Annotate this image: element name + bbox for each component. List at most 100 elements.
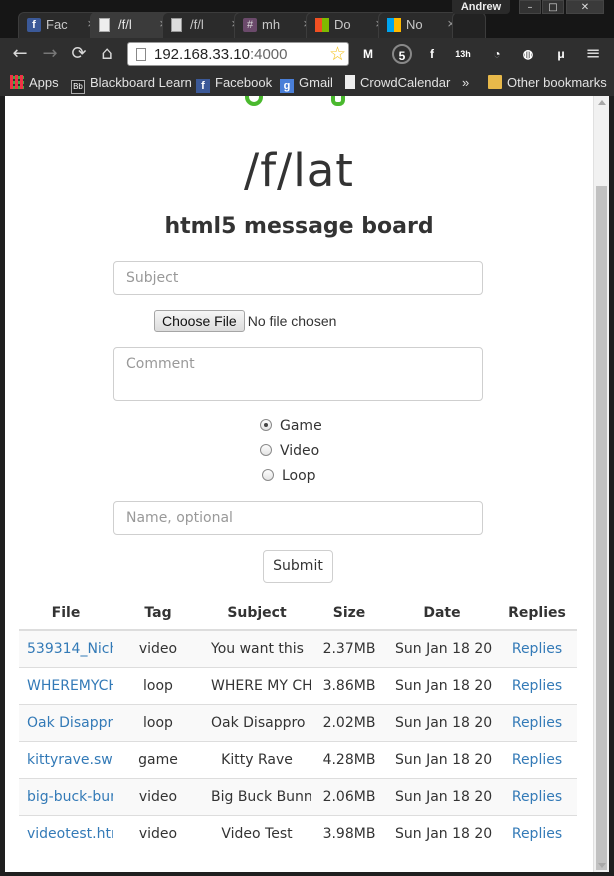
column-header-size[interactable]: Size — [311, 596, 387, 631]
page-viewport: /f/lat html5 message board Choose FileNo… — [5, 96, 593, 872]
date-cell: Sun Jan 18 20 — [387, 666, 497, 704]
table-header-row: File Tag Subject Size Date Replies — [19, 596, 577, 631]
size-cell: 2.06MB — [311, 777, 387, 815]
apps-icon — [10, 75, 24, 89]
subject-input[interactable] — [113, 261, 483, 295]
alert-extension-icon[interactable]: 5 — [392, 44, 412, 64]
bookmark-facebook[interactable]: f Facebook — [196, 75, 272, 93]
choose-file-button[interactable]: Choose File — [154, 310, 245, 332]
m-extension-icon[interactable]: M — [358, 44, 378, 64]
tag-cell: video — [113, 777, 203, 815]
radio-game[interactable]: Game — [260, 418, 322, 434]
size-cell: 2.37MB — [311, 629, 387, 667]
bookmark-gmail[interactable]: g Gmail — [280, 75, 333, 93]
file-link[interactable]: kittyrave.swf — [27, 752, 113, 768]
vertical-scrollbar[interactable] — [593, 96, 609, 872]
replies-link[interactable]: Replies — [512, 715, 562, 731]
home-icon[interactable]: ⌂ — [97, 44, 117, 64]
windows-icon — [387, 18, 401, 32]
replies-link[interactable]: Replies — [512, 752, 562, 768]
posts-table: File Tag Subject Size Date Replies 53931… — [19, 596, 577, 852]
tab-label: No — [406, 17, 423, 32]
logo-image — [245, 96, 263, 106]
bookmark-star-icon[interactable]: ☆ — [329, 43, 346, 65]
globe-extension-icon[interactable]: ◍ — [518, 44, 538, 64]
replies-link[interactable]: Replies — [512, 826, 562, 842]
size-cell: 2.02MB — [311, 703, 387, 741]
page-icon — [171, 18, 182, 32]
date-cell: Sun Jan 18 20 — [387, 703, 497, 741]
minimize-button[interactable]: – — [519, 0, 541, 14]
replies-link[interactable]: Replies — [512, 789, 562, 805]
file-link[interactable]: 539314_Nichol — [27, 641, 113, 657]
comment-textarea[interactable] — [113, 347, 483, 401]
scroll-up-icon[interactable] — [598, 100, 606, 105]
ublock-extension-icon[interactable]: μ — [551, 44, 571, 64]
radio-button[interactable] — [260, 444, 272, 456]
address-bar[interactable]: 192.168.33.10:4000 ☆ — [127, 42, 349, 66]
bookmark-apps[interactable]: Apps — [10, 75, 59, 90]
page-subtitle: html5 message board — [164, 214, 434, 239]
profile-name[interactable]: Andrew — [452, 0, 510, 14]
url-text: 192.168.33.10:4000 — [154, 46, 288, 63]
subject-cell: Oak Disappro — [203, 703, 311, 741]
scroll-down-icon[interactable] — [598, 863, 606, 868]
tag-cell: video — [113, 814, 203, 852]
radio-button[interactable] — [260, 419, 272, 431]
table-row: videotest.html video Video Test 3.98MB S… — [19, 814, 577, 852]
file-link[interactable]: videotest.html — [27, 826, 113, 842]
more-bookmarks-icon[interactable]: » — [462, 75, 469, 90]
menu-icon[interactable]: ≡ — [583, 44, 603, 64]
subject-cell: WHERE MY CHI — [203, 666, 311, 704]
file-link[interactable]: big-buck-bunn — [27, 789, 113, 805]
tab-label: /f/l — [118, 17, 132, 32]
submit-button[interactable]: Submit — [263, 550, 333, 583]
windows-icon — [315, 18, 329, 32]
replies-link[interactable]: Replies — [512, 641, 562, 657]
facebook-icon: f — [27, 18, 41, 32]
new-tab-button[interactable] — [452, 12, 486, 38]
google-icon: g — [280, 79, 294, 93]
window-close-button[interactable]: ✕ — [566, 0, 604, 14]
subject-cell: Big Buck Bunny — [203, 777, 311, 815]
calendar-extension-icon[interactable]: 13h — [453, 44, 473, 64]
name-input[interactable] — [113, 501, 483, 535]
replies-link[interactable]: Replies — [512, 678, 562, 694]
file-link[interactable]: Oak Disappro — [27, 715, 113, 731]
browser-toolbar: ← → ⟳ ⌂ 192.168.33.10:4000 ☆ M 5 f 13h ◔… — [0, 38, 614, 70]
forward-icon[interactable]: → — [40, 44, 60, 64]
table-row: Oak Disappro loop Oak Disappro 2.02MB Su… — [19, 703, 577, 741]
bookmark-blackboard[interactable]: Bb Blackboard Learn — [71, 75, 192, 94]
chat-extension-icon[interactable]: ◔ — [487, 44, 507, 64]
file-link[interactable]: WHEREMYCHI — [27, 678, 113, 694]
maximize-button[interactable]: □ — [542, 0, 564, 14]
page-icon — [136, 48, 146, 61]
facebook-extension-icon[interactable]: f — [422, 44, 442, 64]
size-cell: 4.28MB — [311, 740, 387, 778]
column-header-file[interactable]: File — [19, 596, 113, 631]
tag-cell: video — [113, 629, 203, 667]
back-icon[interactable]: ← — [10, 44, 30, 64]
browser-tab-strip: f Fac × /f/l × /f/l × # mh × Do × No × A… — [0, 0, 614, 38]
date-cell: Sun Jan 18 20 — [387, 629, 497, 667]
reload-icon[interactable]: ⟳ — [69, 44, 89, 64]
date-cell: Sun Jan 18 20 — [387, 814, 497, 852]
tag-cell: loop — [113, 666, 203, 704]
bookmark-other[interactable]: Other bookmarks — [488, 75, 607, 90]
column-header-replies[interactable]: Replies — [497, 596, 577, 631]
column-header-date[interactable]: Date — [387, 596, 497, 631]
radio-button[interactable] — [262, 469, 274, 481]
radio-video[interactable]: Video — [260, 443, 319, 459]
tag-cell: loop — [113, 703, 203, 741]
folder-icon — [488, 75, 502, 89]
hash-icon: # — [243, 18, 257, 32]
bookmark-crowdcalendar[interactable]: CrowdCalendar — [345, 75, 450, 90]
radio-loop[interactable]: Loop — [262, 468, 316, 484]
page-icon — [345, 75, 355, 89]
table-row: WHEREMYCHI loop WHERE MY CHI 3.86MB Sun … — [19, 666, 577, 704]
scrollbar-thumb[interactable] — [596, 186, 607, 870]
tab-label: Fac — [46, 17, 68, 32]
column-header-subject[interactable]: Subject — [203, 596, 311, 631]
table-row: 539314_Nichol video You want this 2.37MB… — [19, 629, 577, 667]
column-header-tag[interactable]: Tag — [113, 596, 203, 631]
